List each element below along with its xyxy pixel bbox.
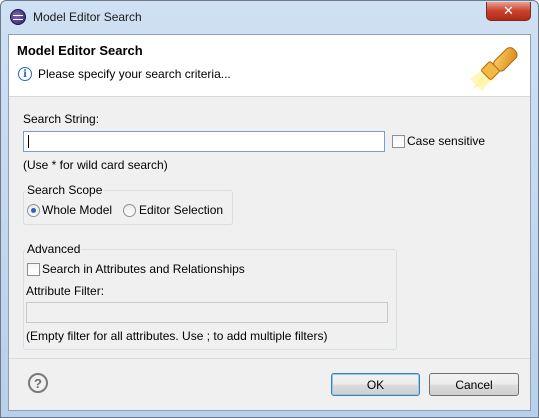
search-attributes-label[interactable]: Search in Attributes and Relationships — [42, 262, 245, 276]
search-attributes-checkbox[interactable] — [27, 263, 40, 276]
ok-button-label: OK — [366, 377, 385, 392]
case-sensitive-checkbox[interactable] — [392, 135, 405, 148]
editor-selection-label[interactable]: Editor Selection — [139, 203, 223, 217]
title-bar[interactable]: Model Editor Search ✕ — [1, 1, 538, 34]
whole-model-radio[interactable] — [27, 204, 40, 217]
close-button[interactable]: ✕ — [486, 2, 531, 21]
cancel-button[interactable]: Cancel — [429, 373, 519, 396]
search-string-label: Search String: — [23, 112, 100, 126]
search-string-input[interactable] — [23, 131, 385, 152]
flashlight-icon — [470, 47, 518, 91]
info-icon: i — [18, 67, 32, 81]
editor-selection-radio[interactable] — [123, 204, 136, 217]
attribute-filter-label: Attribute Filter: — [26, 284, 105, 298]
eclipse-app-icon — [10, 9, 26, 25]
search-scope-title: Search Scope — [26, 183, 104, 197]
footer-separator — [9, 358, 530, 359]
cancel-button-label: Cancel — [455, 377, 493, 392]
case-sensitive-label[interactable]: Case sensitive — [407, 134, 485, 148]
advanced-title: Advanced — [26, 242, 82, 256]
close-icon: ✕ — [503, 3, 514, 18]
whole-model-label[interactable]: Whole Model — [42, 203, 112, 217]
ok-button[interactable]: OK — [331, 373, 420, 396]
window-title: Model Editor Search — [33, 10, 142, 24]
header-message: Please specify your search criteria... — [38, 67, 231, 81]
attribute-filter-input — [26, 302, 388, 323]
dialog-header: Model Editor Search i Please specify you… — [9, 35, 530, 97]
attribute-filter-hint: (Empty filter for all attributes. Use ; … — [26, 329, 328, 343]
dialog-window: Model Editor Search ✕ Model Editor Searc… — [0, 0, 539, 418]
header-title: Model Editor Search — [17, 43, 143, 58]
text-caret — [28, 135, 29, 148]
dialog-body: Model Editor Search i Please specify you… — [8, 34, 531, 411]
help-icon[interactable]: ? — [28, 373, 48, 393]
wildcard-hint: (Use * for wild card search) — [23, 158, 168, 172]
